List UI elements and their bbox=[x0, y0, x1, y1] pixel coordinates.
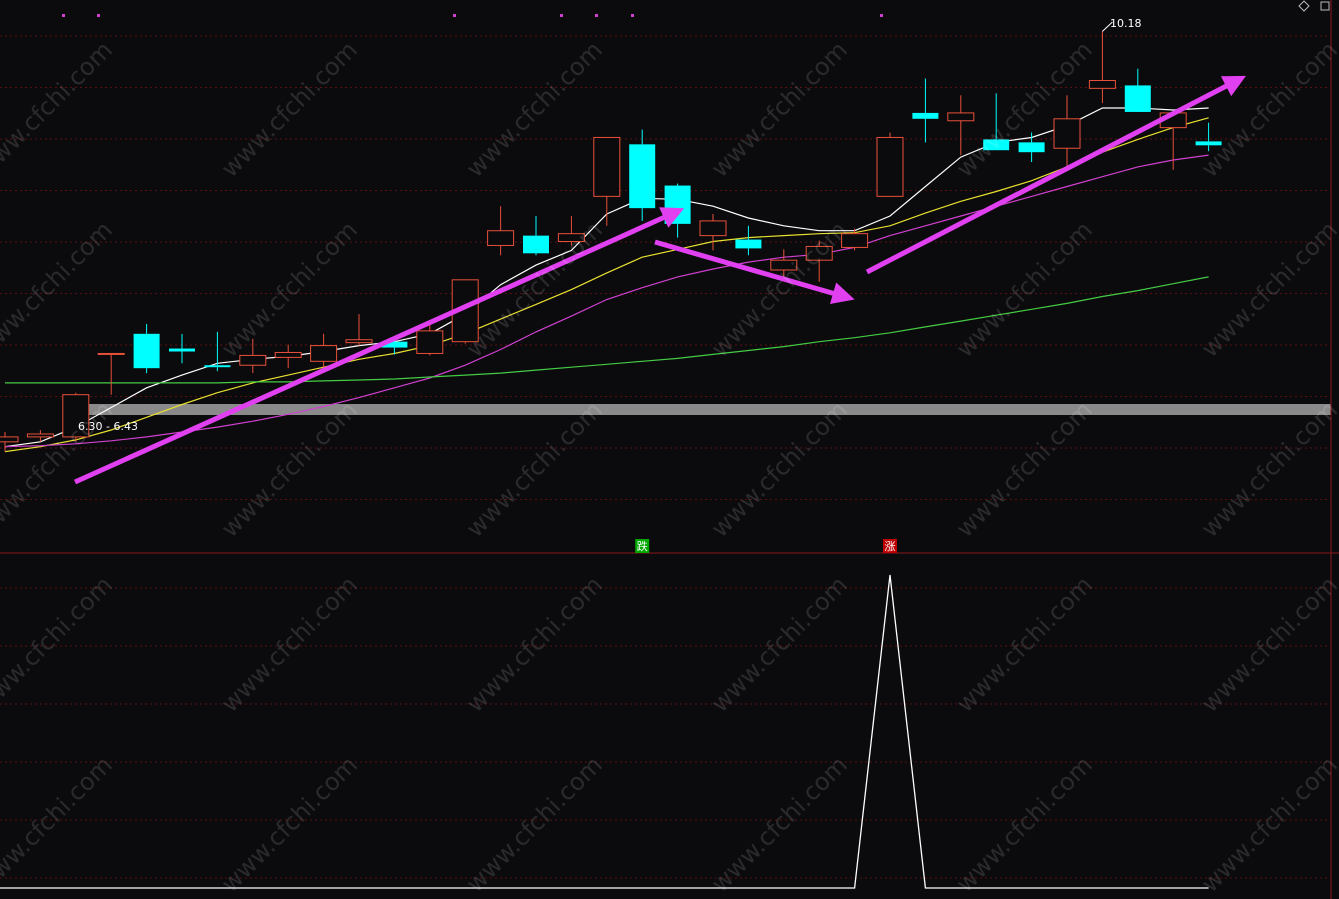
candle-body-down bbox=[1124, 85, 1151, 112]
candle bbox=[1088, 31, 1116, 104]
candle bbox=[97, 352, 125, 395]
candle bbox=[169, 333, 195, 364]
support-band bbox=[76, 404, 1331, 415]
watermark-text: www.cfchi.com bbox=[951, 36, 1098, 183]
candle-body-down bbox=[629, 144, 656, 209]
candle bbox=[345, 314, 373, 346]
top-dots bbox=[62, 14, 883, 17]
candle-body-up bbox=[876, 136, 904, 197]
signal-marker-label: 涨 bbox=[885, 540, 896, 553]
candle bbox=[664, 183, 691, 238]
candle-body-down bbox=[735, 239, 762, 249]
candle bbox=[487, 206, 515, 256]
candle bbox=[274, 344, 302, 369]
candle bbox=[1124, 68, 1151, 112]
signal-marker-label: 跌 bbox=[637, 539, 648, 553]
watermark-text: www.cfchi.com bbox=[1196, 216, 1339, 363]
candle bbox=[26, 430, 54, 442]
candle-body-down bbox=[523, 235, 549, 254]
candle-body-down bbox=[912, 112, 939, 119]
candle bbox=[0, 432, 19, 452]
watermark-text: www.cfchi.com bbox=[461, 396, 608, 543]
watermarks: www.cfchi.com www.cfchi.com www.cfchi.com w… bbox=[0, 36, 1339, 898]
high-price-label: 10.18 bbox=[1110, 17, 1142, 30]
watermark-text: www.cfchi.com bbox=[951, 751, 1098, 898]
watermark-text: www.cfchi.com bbox=[216, 571, 363, 718]
watermark-text: www.cfchi.com bbox=[951, 216, 1098, 363]
watermark-text: www.cfchi.com bbox=[1196, 571, 1339, 718]
signal-markers: 跌涨 bbox=[635, 539, 897, 553]
candle bbox=[876, 132, 904, 197]
candlestick-chart: 跌涨 10.18 6.30 - 6.43 www.cfchi.com www.cf… bbox=[0, 0, 1339, 899]
candle-body-up bbox=[1053, 118, 1081, 149]
square-icon[interactable] bbox=[1320, 1, 1330, 11]
candle bbox=[629, 129, 656, 221]
watermark-text: www.cfchi.com bbox=[951, 571, 1098, 718]
indicator-grid bbox=[0, 587, 1331, 879]
watermark-text: www.cfchi.com bbox=[706, 751, 853, 898]
watermark-text: www.cfchi.com bbox=[216, 751, 363, 898]
watermark-text: www.cfchi.com bbox=[0, 571, 118, 718]
candle-body-up bbox=[0, 436, 19, 443]
watermark-text: www.cfchi.com bbox=[461, 751, 608, 898]
watermark-text: www.cfchi.com bbox=[0, 216, 118, 363]
panel-divider bbox=[0, 0, 1339, 899]
watermark-text: www.cfchi.com bbox=[461, 36, 608, 183]
candle bbox=[133, 324, 160, 374]
candle-body-up bbox=[593, 136, 621, 197]
signal-marker: 跌 bbox=[635, 539, 650, 553]
watermark-text: www.cfchi.com bbox=[706, 571, 853, 718]
watermark-text: www.cfchi.com bbox=[216, 396, 363, 543]
candle-body-up bbox=[345, 339, 373, 344]
candle bbox=[912, 78, 939, 143]
candle-body-up bbox=[26, 433, 54, 438]
candle bbox=[523, 216, 549, 256]
candle bbox=[1018, 132, 1045, 162]
watermark-text: www.cfchi.com bbox=[1196, 36, 1339, 183]
watermark-text: www.cfchi.com bbox=[706, 396, 853, 543]
candle-body-down bbox=[204, 365, 231, 368]
candle bbox=[593, 136, 621, 226]
watermark-text: www.cfchi.com bbox=[0, 751, 118, 898]
candle-body-down bbox=[664, 185, 691, 224]
candle bbox=[735, 225, 762, 256]
candle-body-up bbox=[487, 230, 515, 246]
candle-body-up bbox=[274, 351, 302, 358]
watermark-text: www.cfchi.com bbox=[706, 36, 853, 183]
candle-body-up bbox=[699, 220, 727, 237]
candle-body-up bbox=[416, 330, 444, 354]
candle bbox=[1053, 95, 1081, 167]
candle-body-down bbox=[169, 348, 195, 352]
diamond-icon[interactable] bbox=[1298, 0, 1310, 12]
candle-body-up bbox=[310, 345, 338, 362]
watermark-text: www.cfchi.com bbox=[951, 396, 1098, 543]
candle-body-up bbox=[1088, 80, 1116, 89]
candle bbox=[310, 333, 338, 369]
watermark-text: www.cfchi.com bbox=[216, 36, 363, 183]
watermark-text: www.cfchi.com bbox=[1196, 396, 1339, 543]
candle-body-down bbox=[133, 333, 160, 369]
candle-body-down bbox=[1018, 142, 1045, 153]
watermark-text: www.cfchi.com bbox=[0, 36, 118, 183]
watermark-text: www.cfchi.com bbox=[1196, 751, 1339, 898]
candle bbox=[699, 214, 727, 251]
candle-body-up bbox=[97, 352, 125, 355]
watermark-text: www.cfchi.com bbox=[216, 216, 363, 363]
signal-marker: 涨 bbox=[883, 539, 897, 553]
watermark-text: www.cfchi.com bbox=[461, 571, 608, 718]
candle-body-up bbox=[239, 354, 267, 366]
candle-body-up bbox=[947, 112, 975, 122]
